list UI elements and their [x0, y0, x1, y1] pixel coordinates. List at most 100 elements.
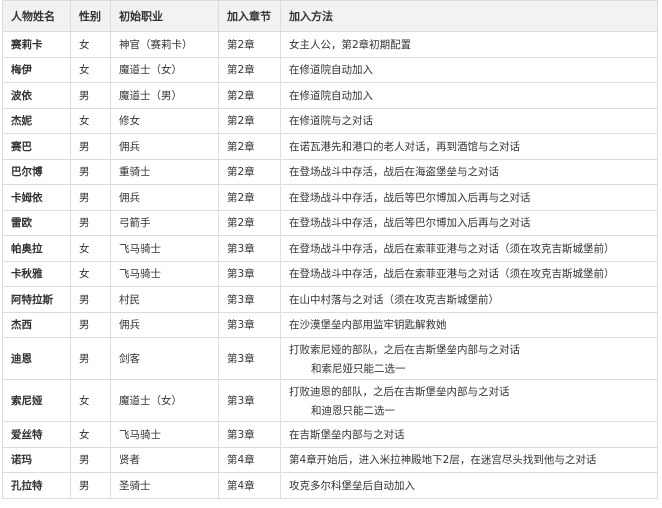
cell-name: 巴尔博	[2, 158, 71, 185]
method-text: 在登场战斗中存活，战后在海盗堡垒与之对话	[289, 166, 499, 179]
cell-method: 女主人公，第2章初期配置	[280, 31, 658, 58]
header-method: 加入方法	[280, 0, 658, 32]
table-row: 赛莉卡女神官（赛莉卡） 第2章 女主人公，第2章初期配置	[2, 31, 658, 58]
cell-gender: 男	[70, 209, 111, 236]
cell-chapter: 第2章	[218, 209, 281, 236]
table-row: 雷欧男弓箭手 第2章 在登场战斗中存活，战后等巴尔博加入后再与之对话	[2, 209, 658, 236]
cell-name: 帕奥拉	[2, 235, 71, 262]
cell-gender: 男	[70, 286, 111, 313]
cell-chapter: 第4章	[218, 446, 281, 473]
cell-name: 孔拉特	[2, 472, 71, 499]
method-text: 在登场战斗中存活，战后等巴尔博加入后再与之对话	[289, 217, 531, 230]
method-text: 在修道院与之对话	[289, 115, 373, 128]
table-row: 帕奥拉女飞马骑士 第3章 在登场战斗中存活，战后在索菲亚港与之对话（须在攻克吉斯城堡…	[2, 235, 658, 262]
header-row: 人物姓名 性别 初始职业 加入章节 加入方法	[2, 0, 658, 32]
header-job: 初始职业	[110, 0, 219, 32]
cell-name: 卡秋雅	[2, 260, 71, 287]
cell-method: 第4章开始后，进入米拉神殿地下2层，在迷宫尽头找到他与之对话	[280, 446, 658, 473]
cell-gender: 男	[70, 184, 111, 211]
cell-name: 杰妮	[2, 107, 71, 134]
method-text: 在诺瓦港先和港口的老人对话，再到酒馆与之对话	[289, 140, 520, 153]
cell-method: 在登场战斗中存活，战后在索菲亚港与之对话（须在攻克吉斯城堡前）	[280, 260, 658, 287]
cell-name: 卡姆依	[2, 184, 71, 211]
method-text: 在修道院自动加入	[289, 89, 373, 102]
cell-name: 波依	[2, 82, 71, 109]
cell-job: 飞马骑士	[110, 421, 219, 448]
character-table: 人物姓名 性别 初始职业 加入章节 加入方法 赛莉卡女神官（赛莉卡） 第2章 女主人…	[2, 0, 658, 499]
table-row: 卡姆依男佣兵 第2章 在登场战斗中存活，战后等巴尔博加入后再与之对话	[2, 184, 658, 211]
cell-chapter: 第2章	[218, 56, 281, 83]
method-text: 在沙漠堡垒内部用监牢钥匙解救她	[289, 319, 447, 332]
cell-chapter: 第2章	[218, 184, 281, 211]
cell-name: 杰西	[2, 311, 71, 338]
method-note: 和迪恩只能二选一	[311, 404, 395, 417]
cell-job: 佣兵	[110, 184, 219, 211]
cell-job: 佣兵	[110, 133, 219, 160]
cell-job: 魔道士（男）	[110, 82, 219, 109]
table-body: 赛莉卡女神官（赛莉卡） 第2章 女主人公，第2章初期配置 梅伊女魔道士（女） 第2章 在修…	[2, 31, 658, 499]
cell-job: 剑客	[110, 337, 219, 380]
cell-method: 在山中村落与之对话（须在攻克吉斯城堡前）	[280, 286, 658, 313]
cell-job: 魔道士（女）	[110, 56, 219, 83]
cell-name: 迪恩	[2, 337, 71, 380]
cell-job: 魔道士（女）	[110, 379, 219, 422]
table-row: 诺玛男贤者 第4章 第4章开始后，进入米拉神殿地下2层，在迷宫尽头找到他与之对话	[2, 446, 658, 473]
cell-method: 在修道院自动加入	[280, 56, 658, 83]
cell-chapter: 第3章	[218, 260, 281, 287]
method-text: 在登场战斗中存活，战后在索菲亚港与之对话（须在攻克吉斯城堡前）	[289, 268, 615, 281]
cell-method: 在吉斯堡垒内部与之对话	[280, 421, 658, 448]
cell-chapter: 第2章	[218, 158, 281, 185]
cell-name: 诺玛	[2, 446, 71, 473]
cell-name: 阿特拉斯	[2, 286, 71, 313]
table-row: 索尼娅女魔道士（女） 第3章 打败迪恩的部队，之后在吉斯堡垒内部与之对话 和迪恩只能二…	[2, 379, 658, 422]
table-row: 爱丝特女飞马骑士 第3章 在吉斯堡垒内部与之对话	[2, 421, 658, 448]
cell-method: 打败迪恩的部队，之后在吉斯堡垒内部与之对话和迪恩只能二选一	[280, 379, 658, 422]
cell-method: 攻克多尔科堡垒后自动加入	[280, 472, 658, 499]
cell-job: 重骑士	[110, 158, 219, 185]
cell-method: 在沙漠堡垒内部用监牢钥匙解救她	[280, 311, 658, 338]
cell-chapter: 第2章	[218, 31, 281, 58]
cell-gender: 女	[70, 421, 111, 448]
cell-method: 在登场战斗中存活，战后在索菲亚港与之对话（须在攻克吉斯城堡前）	[280, 235, 658, 262]
cell-chapter: 第3章	[218, 379, 281, 422]
cell-gender: 男	[70, 82, 111, 109]
table-row: 阿特拉斯男村民 第3章 在山中村落与之对话（须在攻克吉斯城堡前）	[2, 286, 658, 313]
cell-gender: 男	[70, 133, 111, 160]
method-text: 在登场战斗中存活，战后在索菲亚港与之对话（须在攻克吉斯城堡前）	[289, 242, 615, 255]
cell-gender: 女	[70, 260, 111, 287]
table-row: 梅伊女魔道士（女） 第2章 在修道院自动加入	[2, 56, 658, 83]
method-text: 在吉斯堡垒内部与之对话	[289, 428, 405, 441]
cell-job: 佣兵	[110, 311, 219, 338]
cell-gender: 女	[70, 107, 111, 134]
cell-chapter: 第4章	[218, 472, 281, 499]
cell-chapter: 第3章	[218, 337, 281, 380]
cell-gender: 男	[70, 311, 111, 338]
table-row: 卡秋雅女飞马骑士 第3章 在登场战斗中存活，战后在索菲亚港与之对话（须在攻克吉斯城堡…	[2, 260, 658, 287]
cell-name: 索尼娅	[2, 379, 71, 422]
method-text: 打败迪恩的部队，之后在吉斯堡垒内部与之对话	[289, 385, 510, 398]
cell-job: 修女	[110, 107, 219, 134]
method-text: 第4章开始后，进入米拉神殿地下2层，在迷宫尽头找到他与之对话	[289, 454, 597, 467]
method-text: 攻克多尔科堡垒后自动加入	[289, 479, 415, 492]
table-header: 人物姓名 性别 初始职业 加入章节 加入方法	[2, 0, 658, 32]
cell-method: 在登场战斗中存活，战后等巴尔博加入后再与之对话	[280, 184, 658, 211]
header-gender: 性别	[70, 0, 111, 32]
table-row: 迪恩男剑客 第3章 打败索尼娅的部队，之后在吉斯堡垒内部与之对话 和索尼娅只能二选一	[2, 337, 658, 380]
method-text: 在山中村落与之对话（须在攻克吉斯城堡前）	[289, 293, 499, 306]
header-chapter: 加入章节	[218, 0, 281, 32]
cell-name: 雷欧	[2, 209, 71, 236]
cell-method: 在诺瓦港先和港口的老人对话，再到酒馆与之对话	[280, 133, 658, 160]
cell-chapter: 第2章	[218, 133, 281, 160]
cell-gender: 男	[70, 158, 111, 185]
table-row: 波依男魔道士（男） 第2章 在修道院自动加入	[2, 82, 658, 109]
method-text: 在修道院自动加入	[289, 64, 373, 77]
header-name: 人物姓名	[2, 0, 71, 32]
cell-gender: 男	[70, 446, 111, 473]
cell-chapter: 第2章	[218, 107, 281, 134]
cell-chapter: 第3章	[218, 235, 281, 262]
cell-job: 飞马骑士	[110, 260, 219, 287]
cell-name: 赛莉卡	[2, 31, 71, 58]
cell-job: 弓箭手	[110, 209, 219, 236]
cell-gender: 女	[70, 31, 111, 58]
cell-method: 在修道院自动加入	[280, 82, 658, 109]
